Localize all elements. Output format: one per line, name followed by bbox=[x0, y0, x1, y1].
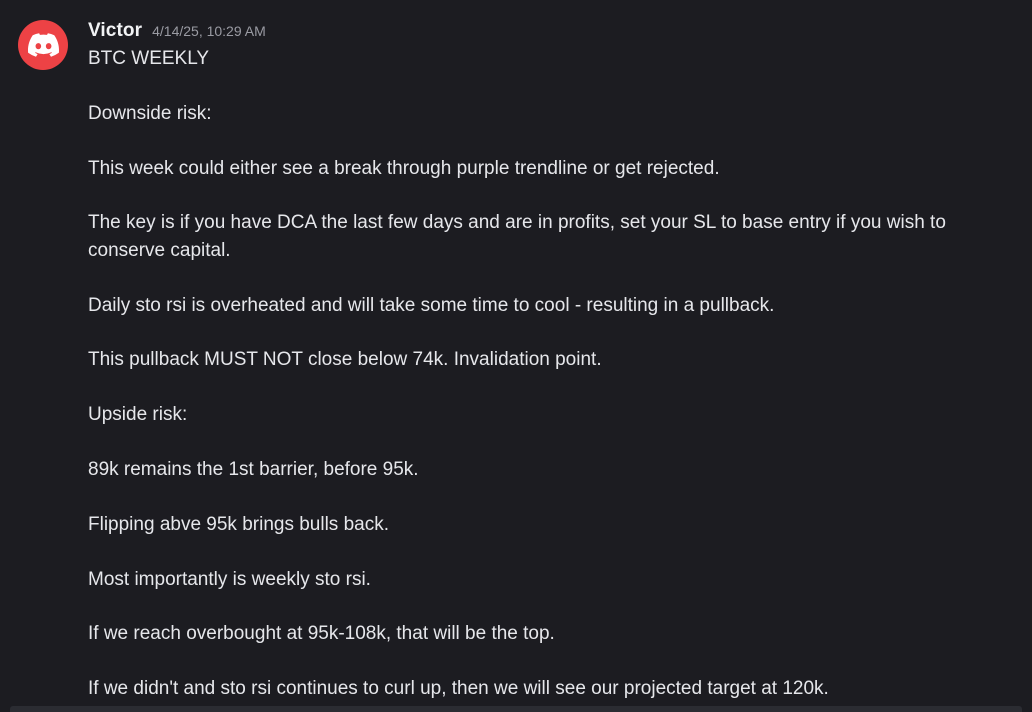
message-line: The key is if you have DCA the last few … bbox=[88, 212, 946, 234]
message-line: Downside risk: bbox=[88, 102, 212, 124]
message-line bbox=[88, 319, 978, 346]
message-header: Victor 4/14/25, 10:29 AM bbox=[88, 20, 266, 42]
message-line bbox=[88, 72, 978, 99]
message-line: If we reach overbought at 95k-108k, that… bbox=[88, 623, 555, 645]
message-line: Upside risk: bbox=[88, 404, 188, 426]
message-line: This week could either see a break throu… bbox=[88, 157, 720, 179]
message-line bbox=[88, 374, 978, 401]
message-line bbox=[88, 264, 978, 291]
message-timestamp: 4/14/25, 10:29 AM bbox=[152, 23, 266, 39]
message-line bbox=[88, 429, 978, 456]
message-line bbox=[88, 483, 978, 510]
message-line: This pullback MUST NOT close below 74k. … bbox=[88, 349, 602, 371]
message-line bbox=[88, 593, 978, 620]
message-content: BTC WEEKLY Downside risk: This week coul… bbox=[88, 45, 978, 703]
message-line bbox=[88, 538, 978, 565]
horizontal-scrollbar[interactable] bbox=[10, 706, 1022, 712]
message-line: Flipping abve 95k brings bulls back. bbox=[88, 513, 390, 535]
message-line: Most importantly is weekly sto rsi. bbox=[88, 568, 371, 590]
scroll-indicator-icon: ⌃ bbox=[480, 0, 492, 8]
discord-logo-icon bbox=[27, 33, 59, 57]
author-name[interactable]: Victor bbox=[88, 20, 142, 42]
avatar[interactable] bbox=[18, 20, 68, 70]
message-line bbox=[88, 182, 978, 209]
message-line: BTC WEEKLY bbox=[88, 48, 210, 69]
message-line: Daily sto rsi is overheated and will tak… bbox=[88, 294, 775, 316]
message-line bbox=[88, 648, 978, 675]
message-line: conserve capital. bbox=[88, 239, 231, 261]
chat-message: ⌃ Victor 4/14/25, 10:29 AM BTC WEEKLY Do… bbox=[0, 0, 1032, 712]
message-line bbox=[88, 127, 978, 154]
message-line: If we didn't and sto rsi continues to cu… bbox=[88, 678, 829, 700]
message-line: 89k remains the 1st barrier, before 95k. bbox=[88, 458, 419, 480]
